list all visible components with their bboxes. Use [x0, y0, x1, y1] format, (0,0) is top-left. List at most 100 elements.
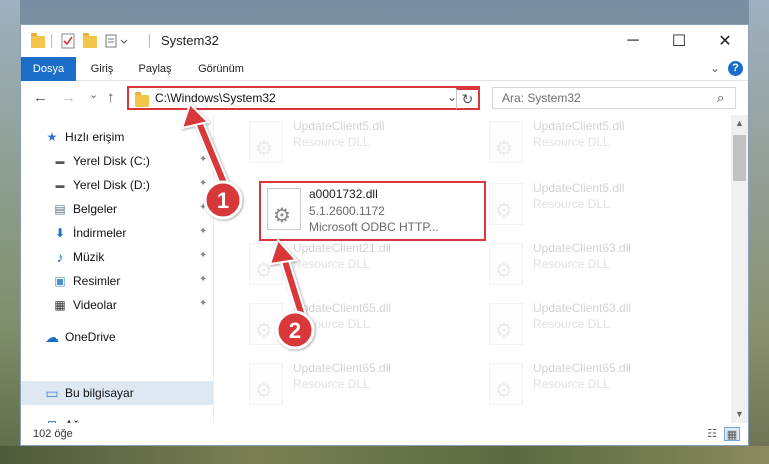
gear-icon: ⚙ — [495, 320, 513, 342]
scroll-up-arrow-icon[interactable]: ▲ — [731, 115, 748, 132]
sidebar-item-videos[interactable]: ▦ Videolar ✦ — [21, 293, 213, 317]
file-tile[interactable]: ⚙ UpdateClient63.dll Resource DLL — [481, 237, 711, 293]
up-button[interactable]: ↑ — [107, 89, 115, 106]
scroll-down-arrow-icon[interactable]: ▼ — [731, 406, 748, 423]
gear-icon: ⚙ — [255, 380, 273, 402]
gear-icon: ⚙ — [495, 138, 513, 160]
address-path: C:\Windows\System32 — [155, 91, 276, 105]
sidebar-item-local-disk-d[interactable]: ▬ Yerel Disk (D:) ✦ — [21, 173, 213, 197]
pin-icon[interactable]: ✦ — [199, 250, 207, 261]
file-name: UpdateClient65.dll — [533, 361, 632, 375]
gear-icon: ⚙ — [255, 320, 273, 342]
search-placeholder: Ara: System32 — [502, 91, 581, 105]
pin-icon[interactable]: ✦ — [199, 154, 207, 165]
vertical-scrollbar[interactable]: ▲ ▼ — [731, 115, 748, 423]
search-icon[interactable]: ⌕ — [717, 90, 724, 106]
file-description: Resource DLL — [293, 317, 370, 331]
pin-icon[interactable]: ✦ — [199, 298, 207, 309]
sidebar-item-label: OneDrive — [65, 330, 116, 344]
dll-file-icon: ⚙ — [249, 303, 283, 345]
expand-ribbon-icon[interactable]: ⌄ — [710, 61, 720, 75]
sidebar-item-label: Resimler — [73, 274, 121, 288]
file-tile[interactable]: ⚙ UpdateClient65.dll Resource DLL — [241, 297, 471, 353]
file-name: UpdateClient21.dll — [293, 241, 392, 255]
close-button[interactable]: ✕ — [702, 25, 748, 57]
music-icon: ♪ — [56, 249, 64, 265]
file-name: UpdateClient5.dll — [533, 181, 625, 195]
cloud-icon: ☁ — [45, 329, 59, 345]
sidebar-item-label: Hızlı erişim — [65, 130, 125, 144]
maximize-button[interactable]: ☐ — [656, 25, 702, 57]
file-name: UpdateClient65.dll — [293, 361, 392, 375]
file-tile[interactable]: ⚙ UpdateClient5.dll Resource DLL — [481, 115, 711, 171]
dll-file-icon: ⚙ — [489, 243, 523, 285]
tab-file[interactable]: Dosya — [21, 57, 76, 81]
sidebar-item-quick-access[interactable]: ★ Hızlı erişim — [21, 125, 213, 149]
item-count: 102 öğe — [33, 428, 73, 440]
help-icon[interactable]: ? — [728, 61, 743, 76]
back-button[interactable]: ← — [33, 89, 48, 106]
sidebar-item-onedrive[interactable]: ☁ OneDrive — [21, 325, 213, 349]
file-tile-a0001732[interactable]: ⚙ a0001732.dll 5.1.2600.1172 Microsoft O… — [259, 181, 486, 241]
sidebar-item-network[interactable]: ⊞ Ağ — [21, 413, 213, 432]
dll-file-icon: ⚙ — [249, 363, 283, 405]
gear-icon: ⚙ — [273, 205, 291, 227]
pictures-icon: ▣ — [54, 274, 66, 288]
file-description: Resource DLL — [533, 377, 610, 391]
tiles-view-icon[interactable]: ▦ — [724, 427, 740, 441]
computer-icon: ▭ — [45, 385, 59, 401]
file-tile[interactable]: ⚙ UpdateClient21.dll Resource DLL — [241, 237, 471, 293]
pin-icon[interactable]: ✦ — [199, 226, 207, 237]
recent-locations-button[interactable]: ⌄ — [89, 88, 98, 101]
dll-file-icon: ⚙ — [489, 183, 523, 225]
sidebar-item-label: Yerel Disk (D:) — [73, 178, 150, 192]
file-tile[interactable]: ⚙ UpdateClient65.dll Resource DLL — [481, 357, 711, 413]
drive-icon: ▬ — [55, 180, 65, 190]
minimize-button[interactable]: ─ — [610, 25, 656, 57]
file-tile[interactable]: ⚙ UpdateClient5.dll Resource DLL — [241, 115, 471, 171]
dll-file-icon: ⚙ — [267, 188, 301, 230]
search-input[interactable]: Ara: System32 ⌕ — [492, 87, 736, 109]
gear-icon: ⚙ — [495, 380, 513, 402]
navigation-pane: ★ Hızlı erişim ▬ Yerel Disk (C:) ✦ ▬ Yer… — [21, 115, 214, 432]
scroll-thumb[interactable] — [733, 135, 746, 181]
file-tile[interactable]: ⚙ UpdateClient65.dll Resource DLL — [241, 357, 471, 413]
sidebar-item-music[interactable]: ♪ Müzik ✦ — [21, 245, 213, 269]
file-tile[interactable]: ⚙ UpdateClient5.dll Resource DLL — [481, 177, 711, 233]
sidebar-item-downloads[interactable]: ⬇ İndirmeler ✦ — [21, 221, 213, 245]
properties-icon[interactable] — [61, 33, 75, 49]
sidebar-item-label: Bu bilgisayar — [65, 386, 134, 400]
star-icon: ★ — [46, 130, 58, 144]
dll-file-icon: ⚙ — [249, 243, 283, 285]
document-icon: ▤ — [54, 202, 66, 216]
drive-icon: ▬ — [55, 156, 65, 166]
gear-icon: ⚙ — [255, 138, 273, 160]
refresh-button[interactable]: ↻ — [456, 88, 480, 110]
file-name: UpdateClient5.dll — [533, 119, 625, 133]
customize-toolbar-icon[interactable] — [105, 33, 129, 49]
dll-file-icon: ⚙ — [489, 303, 523, 345]
window-title: System32 — [161, 33, 219, 48]
dll-file-icon: ⚙ — [489, 363, 523, 405]
sidebar-item-label: Belgeler — [73, 202, 118, 216]
sidebar-item-label: İndirmeler — [73, 226, 127, 240]
sidebar-item-local-disk-c[interactable]: ▬ Yerel Disk (C:) ✦ — [21, 149, 213, 173]
file-description: Microsoft ODBC HTTP... — [309, 220, 439, 234]
sidebar-item-label: Müzik — [73, 250, 105, 264]
tab-share[interactable]: Paylaş — [131, 57, 179, 81]
video-icon: ▦ — [54, 298, 66, 312]
pin-icon[interactable]: ✦ — [199, 178, 207, 189]
file-tile[interactable]: ⚙ UpdateClient63.dll Resource DLL — [481, 297, 711, 353]
sidebar-item-pictures[interactable]: ▣ Resimler ✦ — [21, 269, 213, 293]
sidebar-item-documents[interactable]: ▤ Belgeler ✦ — [21, 197, 213, 221]
pin-icon[interactable]: ✦ — [199, 202, 207, 213]
pin-icon[interactable]: ✦ — [199, 274, 207, 285]
address-bar[interactable]: C:\Windows\System32 ⌄ — [127, 86, 480, 110]
sidebar-item-this-pc[interactable]: ▭ Bu bilgisayar — [21, 381, 213, 405]
desktop-background-left — [0, 0, 20, 464]
details-view-icon[interactable]: ☷ — [704, 427, 720, 441]
sidebar-item-label: Videolar — [73, 298, 117, 312]
tab-view[interactable]: Görünüm — [189, 57, 253, 81]
tab-home[interactable]: Giriş — [83, 57, 121, 81]
forward-button[interactable]: → — [61, 89, 76, 106]
